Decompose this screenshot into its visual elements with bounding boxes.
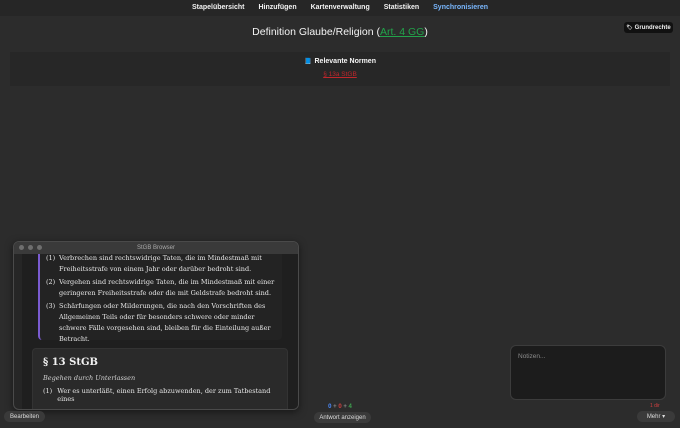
list-item: (3) Schärfungen oder Milderungen, die na… (46, 301, 283, 345)
count-separator: + (333, 404, 337, 410)
article-link[interactable]: Art. 4 GG (380, 26, 424, 38)
section-subtitle: Begehen durch Unterlassen (43, 374, 136, 382)
card-title: Definition Glaube/Religion (Art. 4 GG) (0, 26, 680, 38)
show-answer-button[interactable]: Antwort anzeigen (314, 412, 371, 423)
paragraph-block: (1) Verbrechen sind rechtswidrige Taten,… (38, 254, 283, 343)
top-nav: Stapelübersicht Hinzufügen Kartenverwalt… (0, 0, 680, 16)
nav-stats[interactable]: Statistiken (377, 0, 426, 16)
browser-content[interactable]: (1) Verbrechen sind rechtswidrige Taten,… (22, 254, 298, 409)
card-counts: 0 + 0 + 4 (0, 404, 680, 410)
list-item: (2) Vergehen sind rechtswidrige Taten, d… (46, 277, 283, 299)
learn-count: 0 (338, 404, 342, 410)
para-number: (3) (46, 302, 56, 310)
notes-input[interactable]: Notizen... (510, 345, 666, 400)
nav-deck-overview[interactable]: Stapelübersicht (185, 0, 252, 16)
section-title: § 13 StGB (43, 357, 98, 368)
section-paragraph: (1) Wer es unterläßt, einen Erfolg abzuw… (43, 387, 287, 403)
review-count: 4 (348, 404, 352, 410)
para-number: (1) (46, 254, 56, 262)
card-title-suffix: ) (424, 26, 428, 38)
zoom-window-button[interactable] (37, 245, 42, 250)
more-button[interactable]: Mehr ▾ (637, 411, 675, 422)
para-text: Vergehen sind rechtswidrige Taten, die i… (59, 278, 275, 297)
window-title: StGB Browser (136, 245, 175, 251)
para-text: Verbrechen sind rechtswidrige Taten, die… (59, 254, 262, 273)
new-count: 0 (328, 404, 332, 410)
norm-link[interactable]: § 13a StGB (0, 71, 680, 78)
nav-add[interactable]: Hinzufügen (252, 0, 304, 16)
norms-heading-label: Relevante Normen (314, 58, 376, 65)
para-number: (2) (46, 278, 56, 286)
nav-sync[interactable]: Synchronisieren (426, 0, 495, 16)
para-text: Wer es unterläßt, einen Erfolg abzuwende… (57, 387, 271, 403)
para-number: (1) (43, 387, 53, 395)
stgb-browser-window: StGB Browser (1) Verbrechen sind rechtsw… (13, 241, 299, 410)
edit-button[interactable]: Bearbeiten (4, 411, 45, 422)
norms-heading: 📘 Relevante Normen (0, 58, 680, 65)
count-separator: + (343, 404, 347, 410)
section-box: § 13 StGB Begehen durch Unterlassen (1) … (32, 348, 288, 409)
list-item: (1) Verbrechen sind rechtswidrige Taten,… (46, 254, 283, 275)
nav-browse[interactable]: Kartenverwaltung (304, 0, 377, 16)
book-icon: 📘 (304, 59, 312, 65)
window-titlebar[interactable]: StGB Browser (14, 242, 298, 254)
close-window-button[interactable] (19, 245, 24, 250)
para-text: Schärfungen oder Milderungen, die nach d… (59, 302, 271, 343)
card-title-prefix: Definition Glaube/Religion ( (252, 26, 380, 38)
minimize-window-button[interactable] (28, 245, 33, 250)
due-label: 1 dir (650, 403, 660, 409)
